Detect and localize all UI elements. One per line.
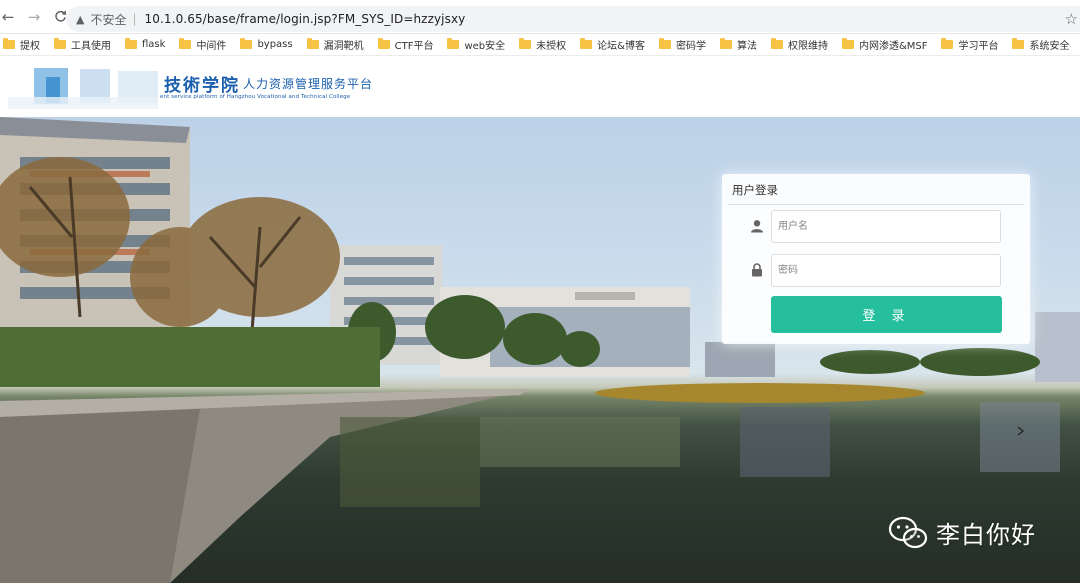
bookmark-label: 工具使用: [71, 41, 111, 52]
site-logo-en: ent service platform of Hangzhou Vocatio…: [160, 94, 351, 100]
username-input[interactable]: [771, 210, 1001, 243]
insecure-label: 不安全: [90, 12, 127, 27]
bookmark-label: 算法: [736, 41, 757, 52]
folder-icon: [658, 38, 671, 49]
bookmark-item[interactable]: web安全: [447, 35, 505, 55]
bookmark-item[interactable]: 中间件: [179, 35, 226, 55]
bookmark-label: 内网渗透&MSF: [858, 41, 928, 52]
bookmark-star-icon[interactable]: ☆: [1065, 10, 1078, 28]
bookmark-item[interactable]: 未授权: [519, 35, 566, 55]
wechat-watermark: 李白你好: [888, 515, 1036, 550]
blurred-logo: [8, 65, 163, 111]
user-icon: [750, 218, 764, 233]
bookmark-label: 论坛&博客: [597, 41, 645, 52]
bookmark-label: 提权: [20, 41, 40, 52]
bookmarks-bar: 提权 工具使用 flask 中间件 bypass 漏洞靶机 CTF平台 web安全 未授权 论坛&…: [0, 34, 1080, 56]
bookmark-item[interactable]: bypass: [240, 35, 293, 55]
login-button[interactable]: 登 录: [771, 296, 1002, 333]
login-panel: 用户登录 登 录: [722, 174, 1030, 344]
bookmark-label: 漏洞靶机: [323, 41, 364, 52]
folder-icon: [3, 38, 15, 49]
login-divider: [728, 204, 1024, 205]
site-logo-subtitle: 人力资源管理服务平台: [243, 77, 374, 91]
folder-icon: [719, 38, 732, 49]
bookmark-label: 系统安全: [1029, 41, 1070, 52]
bookmark-item[interactable]: 学习平台: [941, 35, 998, 55]
folder-icon: [179, 38, 192, 49]
site-logo-cn: 技術学院: [164, 76, 240, 96]
bookmark-label: 未授权: [536, 41, 567, 52]
folder-icon: [125, 38, 137, 49]
bookmark-item[interactable]: flask: [125, 35, 165, 55]
bookmark-item[interactable]: 论坛&博客: [580, 35, 645, 55]
bookmark-item[interactable]: 提权: [3, 35, 40, 55]
bookmark-item[interactable]: 工具使用: [54, 35, 111, 55]
bookmark-label: bypass: [257, 39, 293, 50]
back-icon[interactable]: ←: [0, 5, 20, 29]
bookmark-label: 中间件: [196, 41, 227, 52]
bookmark-item[interactable]: 算法: [719, 35, 757, 55]
folder-icon: [1012, 38, 1025, 49]
url-omnibox[interactable]: ▲ 不安全 | 10.1.0.65/base/frame/login.jsp?F…: [66, 6, 1080, 32]
watermark-text: 李白你好: [936, 521, 1036, 549]
folder-icon: [377, 38, 390, 49]
bookmark-label: flask: [142, 39, 166, 50]
bookmark-label: 权限维持: [787, 41, 828, 52]
bookmark-item[interactable]: 权限维持: [770, 35, 828, 55]
site-header: 技術学院 人力资源管理服务平台 ent service platform of …: [0, 57, 1080, 117]
url-text[interactable]: 10.1.0.65/base/frame/login.jsp?FM_SYS_ID…: [145, 12, 466, 26]
folder-icon: [941, 38, 954, 49]
browser-address-bar: ← → ▲ 不安全 | 10.1.0.65/base/frame/login.j…: [0, 0, 1080, 34]
folder-icon: [306, 38, 319, 49]
login-title: 用户登录: [732, 183, 778, 197]
bookmark-item[interactable]: 系统安全: [1012, 35, 1069, 55]
bookmark-label: 学习平台: [958, 41, 999, 52]
folder-icon: [240, 38, 253, 49]
bookmark-label: 密码学: [675, 41, 706, 52]
bookmark-item[interactable]: CTF平台: [377, 35, 434, 55]
bookmark-item[interactable]: 密码学: [658, 35, 706, 55]
folder-icon: [519, 38, 532, 49]
folder-icon: [447, 38, 460, 49]
folder-icon: [841, 38, 854, 49]
forward-icon[interactable]: →: [22, 5, 46, 29]
warning-triangle-icon: ▲: [76, 12, 85, 26]
lock-icon: [751, 262, 763, 277]
password-input[interactable]: [771, 254, 1001, 287]
bookmark-label: CTF平台: [394, 41, 434, 52]
folder-icon: [770, 38, 783, 49]
folder-icon: [580, 38, 593, 49]
omnibox-separator: |: [132, 12, 137, 26]
bookmark-item[interactable]: 漏洞靶机: [306, 35, 364, 55]
wechat-icon: [888, 516, 928, 548]
bookmark-label: web安全: [464, 41, 506, 52]
folder-icon: [54, 38, 66, 49]
bookmark-item[interactable]: 内网渗透&MSF: [841, 35, 928, 55]
